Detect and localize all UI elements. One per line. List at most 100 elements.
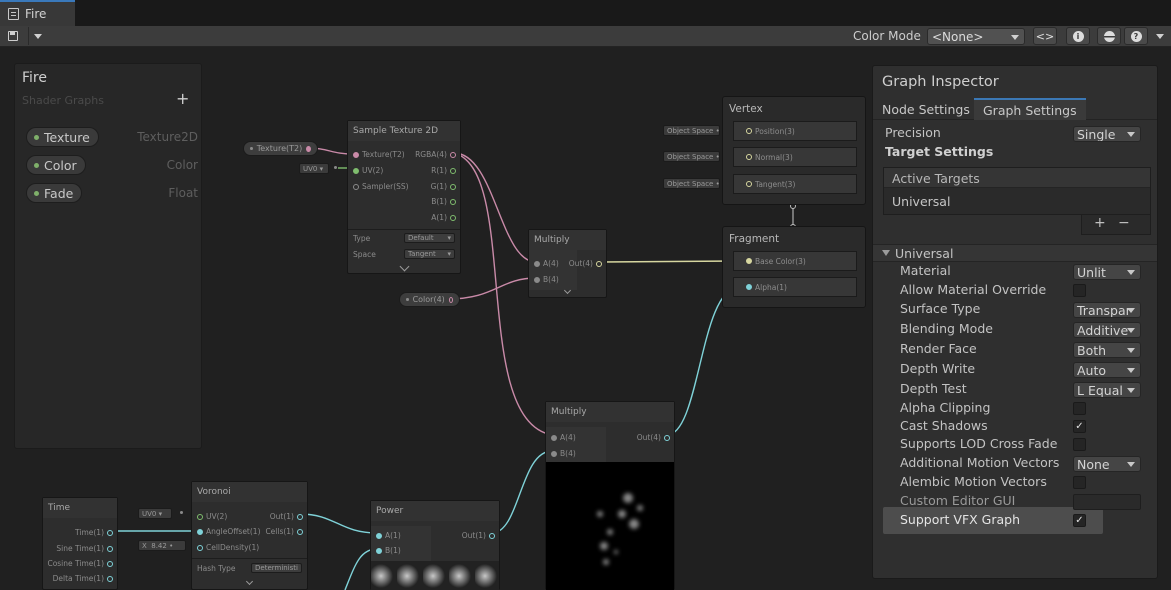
remove-target-button[interactable]: − [1118,215,1130,231]
tab-graph-settings[interactable]: Graph Settings [974,98,1086,120]
precision-value: Single [1077,127,1116,142]
multiply-node[interactable]: Multiply A(4) B(4) Out(4) [528,229,607,298]
object-space-field[interactable]: Object Space • [663,178,720,189]
support-vfx-graph-checkbox[interactable]: ✓ [1073,514,1086,527]
material-select[interactable]: Unlit [1073,264,1141,280]
property-pill[interactable]: Fade [26,183,83,203]
expand-chevron-icon[interactable] [399,261,410,272]
input-port-b[interactable]: B(4) [551,449,576,458]
output-port-b[interactable]: B(1) [431,197,456,206]
output-port-out[interactable]: Out(4) [637,433,670,442]
uv-channel-field[interactable]: UV0 ▾ [138,508,172,519]
info-button[interactable]: i [1066,27,1090,45]
voronoi-node[interactable]: Voronoi UV(2) AngleOffset(1) CellDensity… [191,481,308,590]
alpha-clipping-checkbox[interactable] [1073,402,1086,415]
render-face-select[interactable]: Both [1073,342,1141,358]
input-port-a[interactable]: A(1) [376,531,401,540]
output-port-r[interactable]: R(1) [431,166,456,175]
multiply-node[interactable]: Multiply A(4) B(4) Out(4) [545,401,675,590]
output-port-delta-time[interactable]: Delta Time(1) [53,574,113,583]
tab-bar: Fire [0,0,1171,26]
save-button[interactable] [4,27,22,45]
input-port-b[interactable]: B(1) [376,546,401,555]
object-space-field[interactable]: Object Space • [663,151,720,162]
output-port-g[interactable]: G(1) [431,182,456,191]
input-port-texture[interactable]: Texture(T2) [353,150,405,159]
setting-label: Blending Mode [900,321,993,336]
output-port[interactable] [306,145,311,152]
vertex-slot-tangent[interactable]: Tangent(3) [733,174,857,194]
active-target-item[interactable]: Universal [892,194,950,209]
input-port-a[interactable]: A(4) [551,433,576,442]
depth-test-select[interactable]: L Equal [1073,382,1141,398]
property-item[interactable]: Texture Texture2D [26,127,198,147]
input-port-cell-density[interactable]: CellDensity(1) [197,543,259,552]
chevron-down-icon [1156,33,1164,39]
input-port-a[interactable]: A(4) [534,259,559,268]
vertex-slot-normal[interactable]: Normal(3) [733,147,857,167]
fragment-slot-alpha[interactable]: Alpha(1) [733,277,857,297]
color-mode-select[interactable]: <None> [927,28,1025,45]
fragment-context[interactable]: Fragment Base Color(3) Alpha(1) [722,226,866,308]
property-pill[interactable]: Texture [26,127,99,147]
add-property-button[interactable]: + [176,89,189,108]
toolbar: Color Mode <None> <> i ? [0,26,1171,47]
input-port-angle-offset[interactable]: AngleOffset(1) [197,527,261,536]
alembic-motion-vectors-checkbox[interactable] [1073,476,1086,489]
port-dot [596,260,602,267]
property-pill[interactable]: Color [26,155,86,175]
type-select[interactable]: Default ▾ [404,233,455,243]
depth-write-select[interactable]: Auto [1073,362,1141,378]
property-item[interactable]: Fade Float [26,183,198,203]
space-select[interactable]: Tangent ▾ [404,249,455,259]
object-space-field[interactable]: Object Space • [663,125,720,136]
additional-motion-vectors-select[interactable]: None [1073,456,1141,472]
texture-property-node[interactable]: Texture(T2) [243,141,318,156]
output-port-a[interactable]: A(1) [431,213,456,222]
input-port-sampler[interactable]: Sampler(SS) [353,182,409,191]
universal-section-header[interactable]: Universal [873,244,1157,262]
input-port-uv[interactable]: UV(2) [353,166,383,175]
output-port-time[interactable]: Time(1) [75,528,113,537]
color-property-node[interactable]: Color(4) [399,292,460,307]
fragment-slot-base-color[interactable]: Base Color(3) [733,251,857,271]
output-port[interactable] [448,296,453,303]
custom-editor-gui-field[interactable] [1073,494,1141,510]
allow-material-override-checkbox[interactable] [1073,284,1086,297]
output-port-rgba[interactable]: RGBA(4) [415,150,456,159]
uv-channel-field[interactable]: UV0 ▾ [299,163,329,174]
node-title: Time [43,498,117,518]
property-item[interactable]: Color Color [26,155,198,175]
time-node[interactable]: Time Time(1) Sine Time(1) Cosine Time(1)… [42,497,118,590]
tab-node-settings[interactable]: Node Settings [873,98,979,120]
port-label: Cosine Time(1) [47,559,104,568]
options-button[interactable] [1152,27,1168,45]
view-code-button[interactable]: <> [1033,27,1057,45]
blending-mode-select[interactable]: Additive [1073,322,1141,338]
surface-type-select[interactable]: Transpar [1073,302,1141,318]
output-port-cosine-time[interactable]: Cosine Time(1) [47,559,113,568]
lod-cross-fade-checkbox[interactable] [1073,438,1086,451]
help-button[interactable]: ? [1124,27,1148,45]
output-port-cells[interactable]: Cells(1) [265,527,303,536]
expand-chevron-icon[interactable] [245,577,254,586]
vertex-slot-position[interactable]: Position(3) [733,121,857,141]
hash-type-select[interactable]: Deterministi [251,563,302,573]
preview-button[interactable] [1097,27,1121,45]
save-dropdown-button[interactable] [28,27,46,45]
output-port-out[interactable]: Out(1) [462,531,495,540]
sample-texture-2d-node[interactable]: Sample Texture 2D Texture(T2) UV(2) Samp… [347,120,461,274]
cast-shadows-checkbox[interactable]: ✓ [1073,420,1086,433]
add-target-button[interactable]: + [1094,215,1106,231]
cell-density-field[interactable]: X 8.42 • [138,540,186,551]
output-port-out[interactable]: Out(1) [270,512,303,521]
precision-select[interactable]: Single [1073,126,1141,142]
power-node[interactable]: Power A(1) B(1) Out(1) [370,500,500,590]
input-port-b[interactable]: B(4) [534,275,559,284]
blackboard-panel: Fire Shader Graphs + Texture Texture2D C… [14,63,202,449]
output-port-sine-time[interactable]: Sine Time(1) [56,544,113,553]
output-port-out[interactable]: Out(4) [569,259,602,268]
vertex-context[interactable]: Vertex Position(3) Normal(3) Tangent(3) [722,96,866,205]
input-port-uv[interactable]: UV(2) [197,512,227,521]
tab-fire[interactable]: Fire [0,0,75,26]
